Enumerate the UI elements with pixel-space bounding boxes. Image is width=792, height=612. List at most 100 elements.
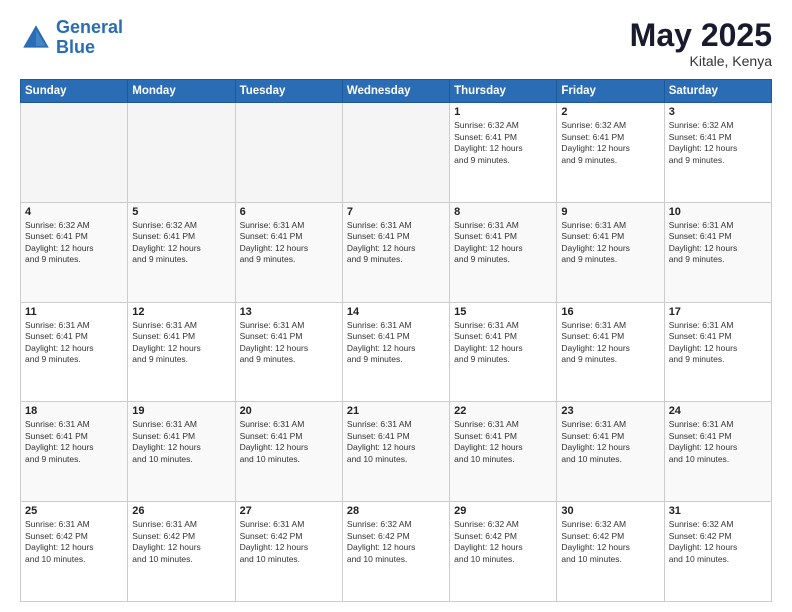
day-cell-2-2: 13 Sunrise: 6:31 AM Sunset: 6:41 PM Dayli…: [235, 302, 342, 402]
day-number: 30: [561, 505, 659, 517]
day-info: Sunrise: 6:31 AM Sunset: 6:42 PM Dayligh…: [132, 519, 230, 565]
day-cell-1-6: 10 Sunrise: 6:31 AM Sunset: 6:41 PM Dayli…: [664, 202, 771, 302]
day-info: Sunrise: 6:31 AM Sunset: 6:41 PM Dayligh…: [669, 220, 767, 266]
day-number: 8: [454, 206, 552, 218]
day-number: 16: [561, 306, 659, 318]
day-number: 1: [454, 106, 552, 118]
day-info: Sunrise: 6:31 AM Sunset: 6:41 PM Dayligh…: [132, 320, 230, 366]
day-info: Sunrise: 6:31 AM Sunset: 6:41 PM Dayligh…: [132, 419, 230, 465]
day-cell-2-5: 16 Sunrise: 6:31 AM Sunset: 6:41 PM Dayli…: [557, 302, 664, 402]
day-number: 31: [669, 505, 767, 517]
day-info: Sunrise: 6:31 AM Sunset: 6:42 PM Dayligh…: [25, 519, 123, 565]
day-cell-4-3: 28 Sunrise: 6:32 AM Sunset: 6:42 PM Dayli…: [342, 502, 449, 602]
week-row-2: 4Sunrise: 6:32 AM Sunset: 6:41 PM Daylig…: [21, 202, 772, 302]
day-info: Sunrise: 6:31 AM Sunset: 6:41 PM Dayligh…: [240, 419, 338, 465]
location-subtitle: Kitale, Kenya: [630, 53, 772, 69]
day-info: Sunrise: 6:31 AM Sunset: 6:41 PM Dayligh…: [454, 220, 552, 266]
day-cell-4-6: 31 Sunrise: 6:32 AM Sunset: 6:42 PM Dayli…: [664, 502, 771, 602]
day-info: Sunrise: 6:31 AM Sunset: 6:41 PM Dayligh…: [347, 419, 445, 465]
day-number: 14: [347, 306, 445, 318]
day-cell-1-4: 8 Sunrise: 6:31 AM Sunset: 6:41 PM Daylig…: [450, 202, 557, 302]
day-number: 24: [669, 405, 767, 417]
col-saturday: Saturday: [664, 80, 771, 103]
day-info: Sunrise: 6:31 AM Sunset: 6:42 PM Dayligh…: [240, 519, 338, 565]
day-cell-3-0: 18 Sunrise: 6:31 AM Sunset: 6:41 PM Dayli…: [21, 402, 128, 502]
day-cell-4-1: 26Sunrise: 6:31 AM Sunset: 6:42 PM Dayli…: [128, 502, 235, 602]
day-info: Sunrise: 6:31 AM Sunset: 6:41 PM Dayligh…: [561, 220, 659, 266]
day-number: 29: [454, 505, 552, 517]
day-number: 13: [240, 306, 338, 318]
day-number: 5: [132, 206, 230, 218]
col-friday: Friday: [557, 80, 664, 103]
day-info: Sunrise: 6:32 AM Sunset: 6:42 PM Dayligh…: [347, 519, 445, 565]
day-cell-3-3: 21 Sunrise: 6:31 AM Sunset: 6:41 PM Dayli…: [342, 402, 449, 502]
day-cell-3-6: 24 Sunrise: 6:31 AM Sunset: 6:41 PM Dayli…: [664, 402, 771, 502]
day-info: Sunrise: 6:32 AM Sunset: 6:42 PM Dayligh…: [669, 519, 767, 565]
day-info: Sunrise: 6:31 AM Sunset: 6:41 PM Dayligh…: [347, 320, 445, 366]
day-cell-1-5: 9 Sunrise: 6:31 AM Sunset: 6:41 PM Daylig…: [557, 202, 664, 302]
day-info: Sunrise: 6:31 AM Sunset: 6:41 PM Dayligh…: [454, 320, 552, 366]
day-info: Sunrise: 6:32 AM Sunset: 6:41 PM Dayligh…: [561, 120, 659, 166]
day-number: 28: [347, 505, 445, 517]
day-number: 17: [669, 306, 767, 318]
week-row-1: 1 Sunrise: 6:32 AM Sunset: 6:41 PM Daylig…: [21, 103, 772, 203]
day-info: Sunrise: 6:32 AM Sunset: 6:42 PM Dayligh…: [561, 519, 659, 565]
day-number: 22: [454, 405, 552, 417]
week-row-3: 11Sunrise: 6:31 AM Sunset: 6:41 PM Dayli…: [21, 302, 772, 402]
day-cell-2-1: 12 Sunrise: 6:31 AM Sunset: 6:41 PM Dayli…: [128, 302, 235, 402]
logo: General Blue: [20, 18, 123, 58]
day-info: Sunrise: 6:31 AM Sunset: 6:41 PM Dayligh…: [669, 419, 767, 465]
day-number: 2: [561, 106, 659, 118]
calendar-table: Sunday Monday Tuesday Wednesday Thursday…: [20, 79, 772, 602]
day-number: 15: [454, 306, 552, 318]
day-cell-2-4: 15 Sunrise: 6:31 AM Sunset: 6:41 PM Dayli…: [450, 302, 557, 402]
day-number: 18: [25, 405, 123, 417]
week-row-4: 18 Sunrise: 6:31 AM Sunset: 6:41 PM Dayli…: [21, 402, 772, 502]
day-info: Sunrise: 6:32 AM Sunset: 6:41 PM Dayligh…: [669, 120, 767, 166]
col-monday: Monday: [128, 80, 235, 103]
day-cell-1-1: 5 Sunrise: 6:32 AM Sunset: 6:41 PM Daylig…: [128, 202, 235, 302]
day-number: 27: [240, 505, 338, 517]
day-number: 25: [25, 505, 123, 517]
page: General Blue May 2025 Kitale, Kenya Sund…: [0, 0, 792, 612]
day-cell-4-5: 30 Sunrise: 6:32 AM Sunset: 6:42 PM Dayli…: [557, 502, 664, 602]
day-cell-3-1: 19 Sunrise: 6:31 AM Sunset: 6:41 PM Dayli…: [128, 402, 235, 502]
title-block: May 2025 Kitale, Kenya: [630, 18, 772, 69]
day-cell-2-3: 14 Sunrise: 6:31 AM Sunset: 6:41 PM Dayli…: [342, 302, 449, 402]
day-info: Sunrise: 6:31 AM Sunset: 6:41 PM Dayligh…: [669, 320, 767, 366]
day-info: Sunrise: 6:31 AM Sunset: 6:41 PM Dayligh…: [561, 320, 659, 366]
day-cell-4-4: 29Sunrise: 6:32 AM Sunset: 6:42 PM Dayli…: [450, 502, 557, 602]
day-cell-1-3: 7 Sunrise: 6:31 AM Sunset: 6:41 PM Daylig…: [342, 202, 449, 302]
day-cell-3-4: 22 Sunrise: 6:31 AM Sunset: 6:41 PM Dayli…: [450, 402, 557, 502]
day-info: Sunrise: 6:32 AM Sunset: 6:41 PM Dayligh…: [25, 220, 123, 266]
day-number: 7: [347, 206, 445, 218]
day-info: Sunrise: 6:32 AM Sunset: 6:41 PM Dayligh…: [132, 220, 230, 266]
day-info: Sunrise: 6:31 AM Sunset: 6:41 PM Dayligh…: [454, 419, 552, 465]
day-info: Sunrise: 6:31 AM Sunset: 6:41 PM Dayligh…: [240, 220, 338, 266]
day-number: 23: [561, 405, 659, 417]
day-number: 9: [561, 206, 659, 218]
day-info: Sunrise: 6:31 AM Sunset: 6:41 PM Dayligh…: [347, 220, 445, 266]
day-cell-4-0: 25 Sunrise: 6:31 AM Sunset: 6:42 PM Dayli…: [21, 502, 128, 602]
logo-icon: [20, 22, 52, 54]
header: General Blue May 2025 Kitale, Kenya: [20, 18, 772, 69]
day-cell-3-5: 23Sunrise: 6:31 AM Sunset: 6:41 PM Dayli…: [557, 402, 664, 502]
day-info: Sunrise: 6:31 AM Sunset: 6:41 PM Dayligh…: [25, 419, 123, 465]
day-cell-0-4: 1Sunrise: 6:32 AM Sunset: 6:41 PM Daylig…: [450, 103, 557, 203]
day-cell-1-0: 4Sunrise: 6:32 AM Sunset: 6:41 PM Daylig…: [21, 202, 128, 302]
day-number: 19: [132, 405, 230, 417]
month-title: May 2025: [630, 18, 772, 53]
day-number: 6: [240, 206, 338, 218]
day-cell-1-2: 6 Sunrise: 6:31 AM Sunset: 6:41 PM Daylig…: [235, 202, 342, 302]
col-thursday: Thursday: [450, 80, 557, 103]
col-tuesday: Tuesday: [235, 80, 342, 103]
week-row-5: 25 Sunrise: 6:31 AM Sunset: 6:42 PM Dayli…: [21, 502, 772, 602]
day-number: 3: [669, 106, 767, 118]
day-number: 20: [240, 405, 338, 417]
day-number: 10: [669, 206, 767, 218]
day-number: 12: [132, 306, 230, 318]
day-info: Sunrise: 6:31 AM Sunset: 6:41 PM Dayligh…: [240, 320, 338, 366]
logo-general: General: [56, 17, 123, 37]
day-number: 21: [347, 405, 445, 417]
logo-blue: Blue: [56, 37, 95, 57]
